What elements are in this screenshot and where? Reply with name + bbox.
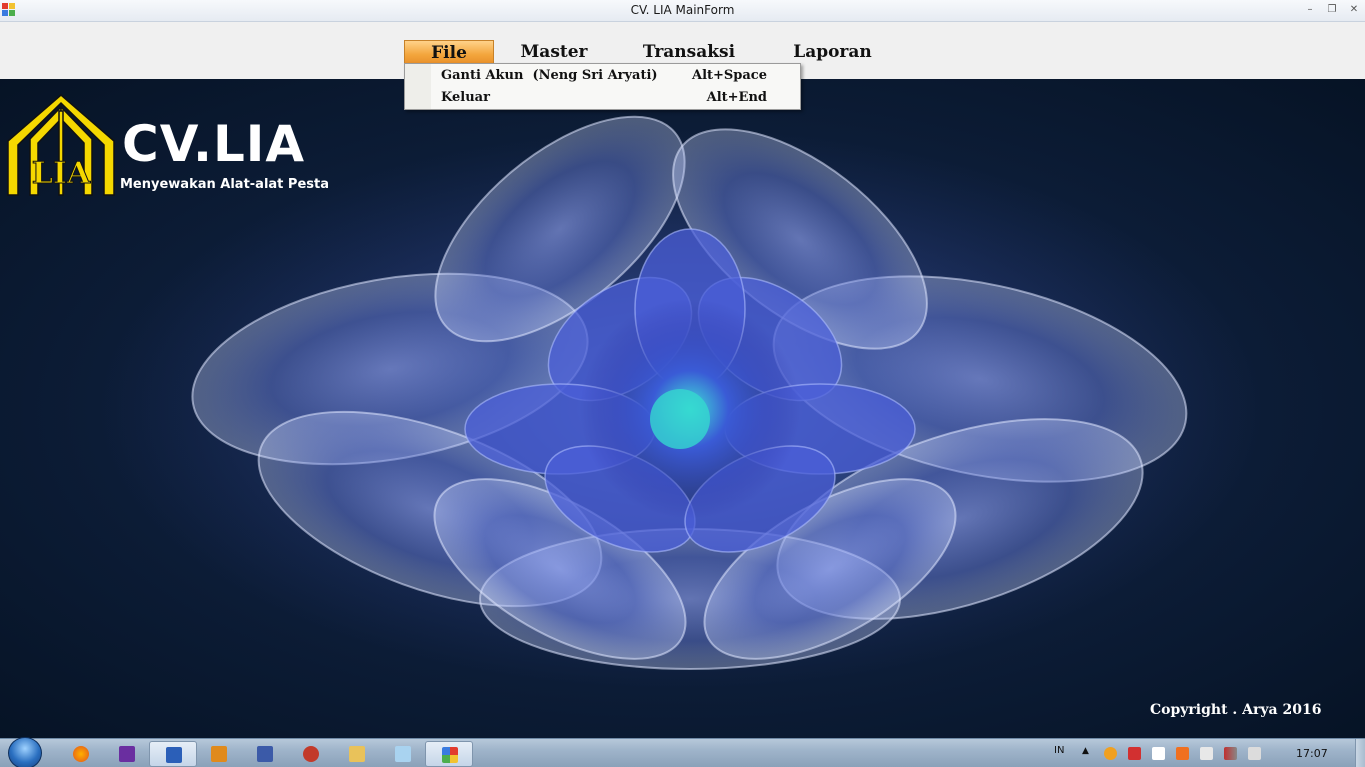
menu-laporan[interactable]: Laporan bbox=[780, 40, 885, 64]
show-desktop-button[interactable] bbox=[1355, 739, 1365, 767]
minimize-icon[interactable]: – bbox=[1303, 3, 1317, 17]
word-icon bbox=[166, 747, 182, 763]
visual-studio-icon bbox=[119, 746, 135, 762]
shield-icon[interactable] bbox=[1128, 747, 1141, 760]
menu-item-shortcut: Alt+Space bbox=[691, 68, 767, 83]
menu-item-shortcut: Alt+End bbox=[706, 90, 767, 105]
emblem-text: LIA bbox=[32, 156, 91, 191]
flag-icon[interactable] bbox=[1152, 747, 1165, 760]
taskbar-notepad[interactable] bbox=[379, 741, 427, 767]
window-title: CV. LIA MainForm bbox=[630, 3, 735, 17]
app-icon bbox=[442, 747, 458, 763]
close-icon[interactable]: ✕ bbox=[1347, 3, 1361, 17]
firefox-icon bbox=[73, 746, 89, 762]
folder-icon bbox=[349, 746, 365, 762]
menu-item-label: Ganti Akun (Neng Sri Aryati) bbox=[441, 68, 658, 83]
menu-master[interactable]: Master bbox=[508, 40, 600, 64]
language-indicator[interactable]: IN bbox=[1054, 745, 1064, 756]
media-player-icon bbox=[211, 746, 227, 762]
taskbar-cv-lia-mainform[interactable] bbox=[425, 741, 473, 767]
xampp-icon[interactable] bbox=[1176, 747, 1189, 760]
logo-tagline: Menyewakan Alat-alat Pesta bbox=[120, 177, 329, 192]
file-dropdown-menu: Ganti Akun (Neng Sri Aryati) Alt+Space K… bbox=[404, 63, 801, 110]
taskbar: IN ▲ 17:07 bbox=[0, 737, 1365, 767]
menu-transaksi[interactable]: Transaksi bbox=[630, 40, 748, 64]
vb6-icon bbox=[257, 746, 273, 762]
main-form-background: LIA CV.LIA Menyewakan Alat-alat Pesta bbox=[0, 79, 1365, 738]
taskbar-vb6[interactable] bbox=[241, 741, 289, 767]
volume-icon[interactable] bbox=[1248, 747, 1261, 760]
logo-title: CV.LIA bbox=[122, 115, 306, 173]
taskbar-visual-studio[interactable] bbox=[103, 741, 151, 767]
notepad-icon bbox=[395, 746, 411, 762]
restore-icon[interactable]: ❐ bbox=[1325, 3, 1339, 17]
taskbar-word[interactable] bbox=[149, 741, 197, 767]
menu-item-label: Keluar bbox=[441, 90, 490, 105]
taskbar-firefox[interactable] bbox=[57, 741, 105, 767]
power-icon[interactable] bbox=[1200, 747, 1213, 760]
avast-icon[interactable] bbox=[1104, 747, 1117, 760]
taskbar-explorer[interactable] bbox=[333, 741, 381, 767]
tool-icon bbox=[303, 746, 319, 762]
dropdown-gutter bbox=[405, 64, 431, 109]
tent-emblem-icon: LIA bbox=[7, 94, 115, 196]
title-bar: CV. LIA MainForm – ❐ ✕ bbox=[0, 0, 1365, 22]
menu-file[interactable]: File bbox=[404, 40, 494, 64]
company-logo: LIA CV.LIA Menyewakan Alat-alat Pesta bbox=[6, 93, 329, 197]
menu-item-ganti-akun[interactable]: Ganti Akun (Neng Sri Aryati) Alt+Space bbox=[431, 65, 799, 87]
copyright-text: Copyright . Arya 2016 bbox=[1150, 702, 1322, 718]
taskbar-media-player[interactable] bbox=[195, 741, 243, 767]
clock[interactable]: 17:07 bbox=[1296, 747, 1328, 760]
menu-item-keluar[interactable]: Keluar Alt+End bbox=[431, 87, 799, 109]
tray-expand-icon[interactable]: ▲ bbox=[1082, 746, 1089, 756]
taskbar-tool[interactable] bbox=[287, 741, 335, 767]
start-button[interactable] bbox=[8, 737, 42, 767]
network-icon[interactable] bbox=[1224, 747, 1237, 760]
